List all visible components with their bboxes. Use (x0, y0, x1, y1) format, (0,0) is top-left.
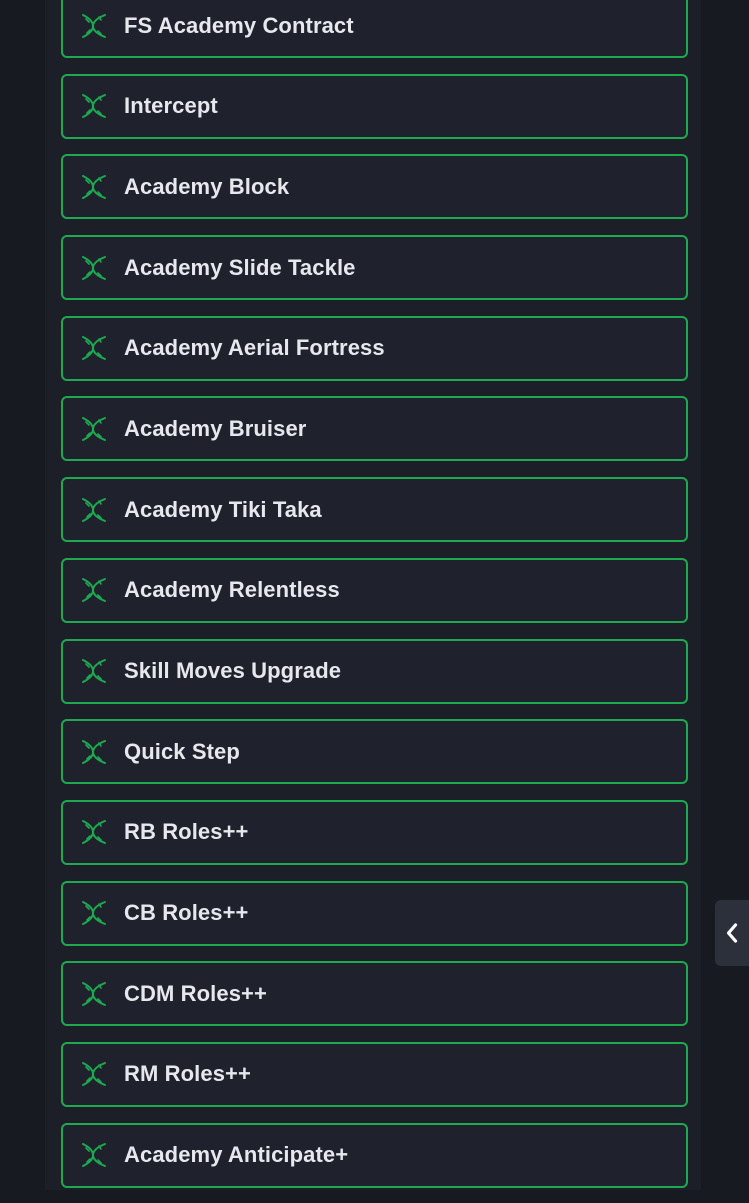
dna-icon (82, 255, 106, 280)
dna-icon (82, 336, 106, 361)
list-item[interactable]: Skill Moves Upgrade (61, 638, 688, 704)
list-item[interactable]: CDM Roles++ (61, 961, 688, 1027)
list-item-label: RB Roles++ (124, 819, 249, 845)
dna-icon (82, 901, 106, 926)
list-item[interactable]: FS Academy Contract (61, 0, 688, 58)
dna-icon (82, 174, 106, 199)
dna-icon (82, 416, 106, 441)
dna-icon (82, 981, 106, 1006)
chevron-left-icon (726, 923, 738, 943)
dna-icon (82, 1143, 106, 1168)
list-item[interactable]: RB Roles++ (61, 799, 688, 865)
list-item[interactable]: CB Roles++ (61, 880, 688, 946)
list-item-label: CB Roles++ (124, 900, 249, 926)
list-item[interactable]: Intercept (61, 73, 688, 139)
dna-icon (82, 497, 106, 522)
list-item[interactable]: Academy Block (61, 154, 688, 220)
list-item-label: FS Academy Contract (124, 12, 354, 38)
list-item[interactable]: Academy Anticipate+ (61, 1122, 688, 1188)
list-item-label: Quick Step (124, 738, 240, 764)
list-item-label: Academy Block (124, 173, 290, 199)
dna-icon (82, 659, 106, 683)
list-item-label: Academy Relentless (124, 577, 340, 603)
list-item-label: Intercept (124, 93, 218, 119)
list-item-label: RM Roles++ (124, 1061, 251, 1087)
dna-icon (82, 578, 106, 603)
dna-icon (82, 820, 106, 845)
dna-icon (82, 739, 106, 764)
list-item[interactable]: RM Roles++ (61, 1041, 688, 1107)
list-item-label: Academy Tiki Taka (124, 496, 322, 522)
evolution-list: FS Academy Contract Intercept Academy Bloc… (61, 0, 688, 1203)
list-item-label: Academy Anticipate+ (124, 1142, 349, 1168)
list-item[interactable]: Academy Relentless (61, 557, 688, 623)
list-item-label: Academy Bruiser (124, 415, 307, 441)
list-item[interactable]: Academy Slide Tackle (61, 235, 688, 301)
dna-icon (82, 94, 106, 119)
dna-icon (82, 13, 106, 38)
list-item[interactable]: Academy Aerial Fortress (61, 315, 688, 381)
list-item[interactable]: Academy Tiki Taka (61, 477, 688, 543)
list-item-label: CDM Roles++ (124, 980, 267, 1006)
collapse-sidebar-button[interactable] (715, 900, 749, 966)
list-item[interactable]: Academy Bruiser (61, 396, 688, 462)
list-item-label: Academy Slide Tackle (124, 254, 356, 280)
list-item-label: Skill Moves Upgrade (124, 658, 342, 683)
list-item-label: Academy Aerial Fortress (124, 335, 385, 361)
list-item[interactable]: Quick Step (61, 719, 688, 785)
dna-icon (82, 1062, 106, 1087)
